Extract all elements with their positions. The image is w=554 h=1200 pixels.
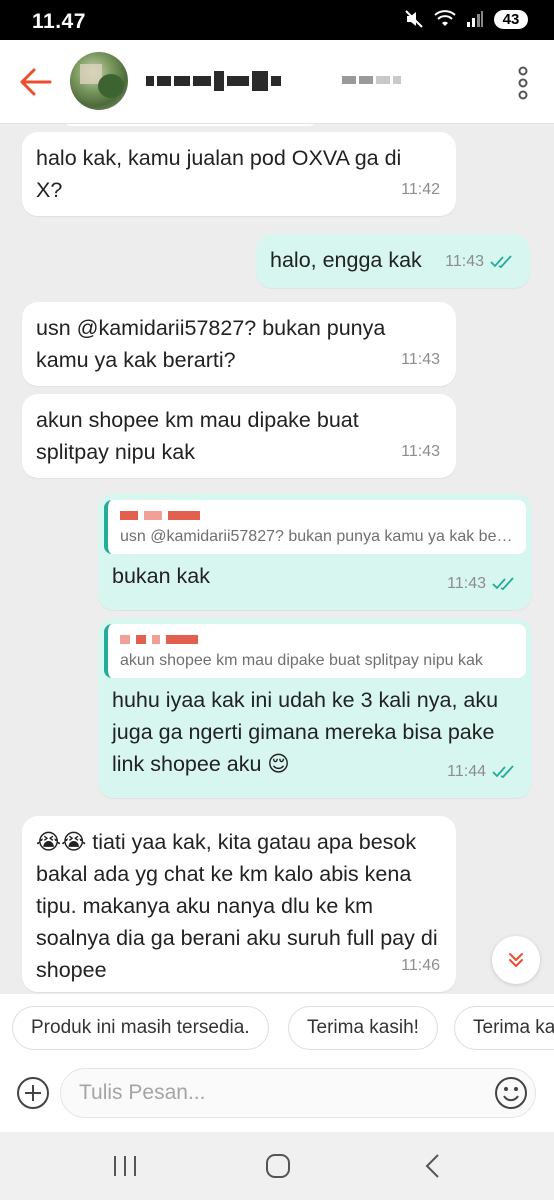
contact-name-redacted[interactable] <box>146 70 281 92</box>
message-time: 11:46 <box>401 957 440 974</box>
contact-avatar[interactable] <box>70 52 128 110</box>
message-text: usn @kamidarii57827? bukan punya kamu ya… <box>36 316 386 372</box>
quoted-text: akun shopee km mau dipake buat splitpay … <box>120 652 483 669</box>
back-icon[interactable] <box>418 1152 448 1180</box>
signal-icon <box>467 11 483 27</box>
message-time: 11:43 <box>401 443 440 460</box>
previous-message-bubble <box>60 124 320 126</box>
message-meta: 11:43 <box>401 436 440 468</box>
message-time: 11:43 <box>447 575 486 592</box>
message-text: akun shopee km mau dipake buat splitpay … <box>36 408 359 464</box>
message-input[interactable] <box>60 1068 536 1118</box>
mute-icon <box>405 10 423 28</box>
message-incoming[interactable]: halo kak, kamu jualan pod OXVA ga di X? … <box>22 132 456 216</box>
quoted-sender-redacted <box>120 632 514 646</box>
message-outgoing[interactable]: halo, engga kak 11:43 <box>256 234 530 288</box>
composer-bar <box>0 1064 554 1132</box>
message-outgoing-reply[interactable]: usn @kamidarii57827? bukan punya kamu ya… <box>98 494 532 610</box>
emoji-icon[interactable] <box>494 1076 528 1110</box>
quick-reply-bar[interactable]: Produk ini masih tersedia. Terima kasih!… <box>0 994 554 1064</box>
message-list[interactable]: halo kak, kamu jualan pod OXVA ga di X? … <box>0 124 554 994</box>
quick-reply-chip[interactable]: Terima kasih! <box>454 1006 554 1050</box>
scroll-to-bottom-button[interactable] <box>492 936 540 984</box>
message-meta: 11:46 <box>401 950 440 982</box>
message-time: 11:42 <box>401 181 440 198</box>
message-meta: 11:43 <box>445 246 514 278</box>
back-arrow-icon[interactable] <box>16 62 56 102</box>
status-bar: 11.47 43 <box>0 0 554 40</box>
message-time: 11:43 <box>445 253 484 270</box>
system-nav-bar <box>0 1132 554 1200</box>
read-receipt-icon <box>490 255 512 269</box>
message-outgoing-reply[interactable]: akun shopee km mau dipake buat splitpay … <box>98 618 532 798</box>
battery-level: 43 <box>494 9 528 29</box>
quoted-message[interactable]: usn @kamidarii57827? bukan punya kamu ya… <box>104 500 526 554</box>
message-time: 11:43 <box>401 351 440 368</box>
recent-apps-icon[interactable] <box>110 1152 140 1180</box>
message-meta: 11:42 <box>401 174 440 206</box>
message-text: 😭😭 tiati yaa kak, kita gatau apa besok b… <box>36 830 438 982</box>
message-time: 11:44 <box>447 763 486 780</box>
message-meta: 11:44 <box>447 756 516 788</box>
message-meta: 11:43 <box>447 568 516 600</box>
chevron-double-down-icon <box>509 953 523 967</box>
message-text: halo kak, kamu jualan pod OXVA ga di X? <box>36 146 402 202</box>
read-receipt-icon <box>492 577 514 591</box>
message-meta: 11:43 <box>401 344 440 376</box>
contact-status-redacted <box>342 76 401 84</box>
quoted-message[interactable]: akun shopee km mau dipake buat splitpay … <box>104 624 526 678</box>
quoted-text: usn @kamidarii57827? bukan punya kamu ya… <box>120 528 514 545</box>
add-attachment-icon[interactable] <box>16 1076 50 1110</box>
quick-reply-chip[interactable]: Terima kasih! <box>288 1006 438 1050</box>
more-vertical-icon[interactable] <box>516 66 530 100</box>
read-receipt-icon <box>492 765 514 779</box>
quick-reply-chip[interactable]: Produk ini masih tersedia. <box>12 1006 269 1050</box>
message-incoming[interactable]: akun shopee km mau dipake buat splitpay … <box>22 394 456 478</box>
wifi-icon <box>434 10 456 26</box>
message-incoming[interactable]: usn @kamidarii57827? bukan punya kamu ya… <box>22 302 456 386</box>
message-incoming[interactable]: 😭😭 tiati yaa kak, kita gatau apa besok b… <box>22 816 456 992</box>
home-icon[interactable] <box>263 1152 293 1180</box>
status-icons: 43 <box>404 9 528 29</box>
chat-header <box>0 40 554 124</box>
quoted-sender-redacted <box>120 508 514 522</box>
status-time: 11.47 <box>32 10 86 33</box>
